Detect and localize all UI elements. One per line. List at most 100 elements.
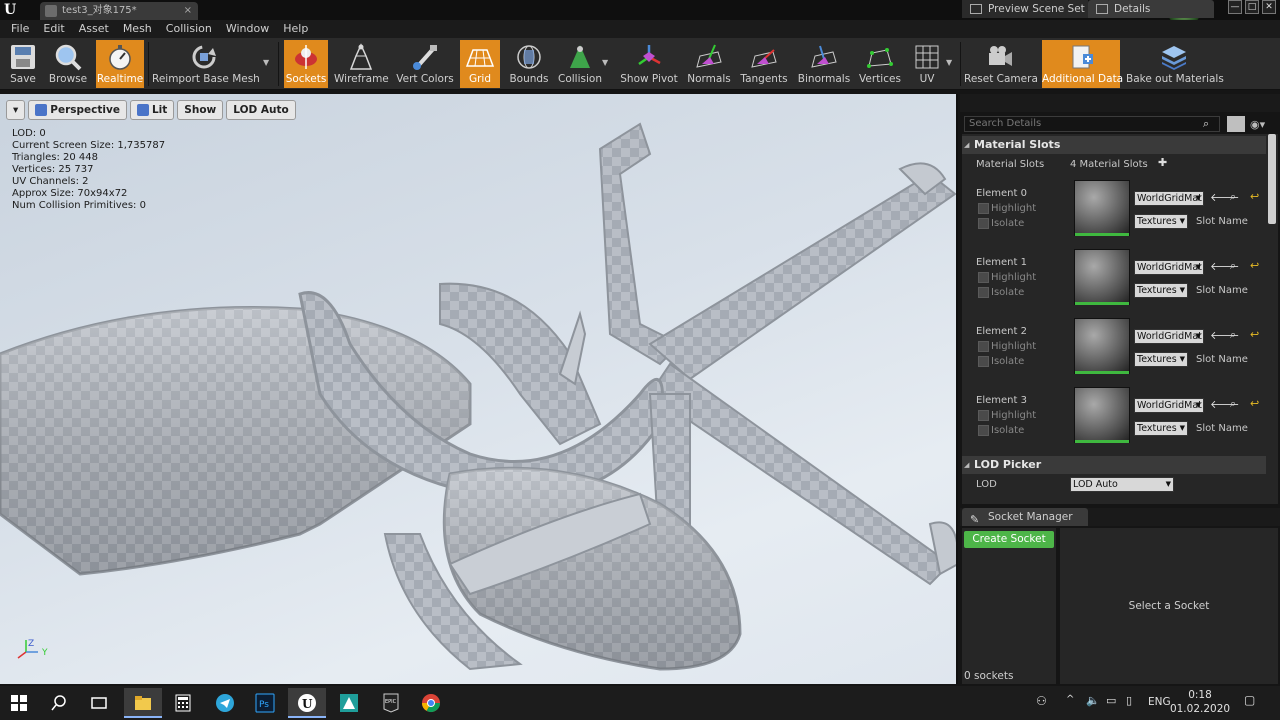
- menu-collision[interactable]: Collision: [159, 20, 219, 38]
- search-details-input[interactable]: Search Details: [964, 116, 1220, 132]
- unreal-logo-icon[interactable]: U: [4, 2, 22, 18]
- eye-icon[interactable]: ◉▾: [1250, 118, 1265, 131]
- menu-asset[interactable]: Asset: [72, 20, 116, 38]
- element-0-material-thumbnail[interactable]: [1074, 180, 1130, 236]
- minimize-button[interactable]: —: [1228, 0, 1242, 14]
- grid-button[interactable]: Grid: [460, 40, 500, 88]
- material-slots-header[interactable]: Material Slots: [962, 136, 1266, 154]
- tray-chevron-icon[interactable]: ^: [1066, 694, 1074, 705]
- sockets-button[interactable]: Sockets: [284, 40, 328, 88]
- vertices-button[interactable]: Vertices: [856, 40, 904, 88]
- element-1-textures-combo[interactable]: Textures: [1134, 283, 1188, 298]
- menu-mesh[interactable]: Mesh: [116, 20, 159, 38]
- menu-edit[interactable]: Edit: [36, 20, 71, 38]
- additional-data-button[interactable]: Additional Data: [1042, 40, 1123, 88]
- taskbar-chrome[interactable]: [412, 688, 450, 718]
- show-pivot-button[interactable]: Show Pivot: [618, 40, 680, 88]
- element-0-isolate-checkbox[interactable]: [978, 218, 989, 229]
- bake-out-materials-button[interactable]: Bake out Materials: [1126, 40, 1224, 88]
- taskbar-unreal-engine[interactable]: U: [288, 688, 326, 718]
- reset-camera-button[interactable]: Reset Camera: [964, 40, 1038, 88]
- element-1-material-combo[interactable]: WorldGridMat: [1134, 260, 1204, 275]
- taskbar-telegram[interactable]: [206, 688, 244, 718]
- element-0-reset-icon[interactable]: ↩: [1250, 190, 1259, 203]
- binormals-button[interactable]: Binormals: [796, 40, 852, 88]
- reimport-dropdown-icon[interactable]: ▼: [263, 58, 269, 67]
- tab-details[interactable]: Details: [1088, 0, 1214, 18]
- menu-file[interactable]: File: [4, 20, 36, 38]
- taskbar-file-explorer[interactable]: [124, 688, 162, 718]
- lod-picker-combo[interactable]: LOD Auto: [1070, 477, 1174, 492]
- add-material-slot-button[interactable]: ✚: [1158, 156, 1167, 169]
- document-tab[interactable]: test3_对象175* ×: [40, 2, 198, 20]
- details-scrollbar[interactable]: [1268, 134, 1276, 224]
- lit-button[interactable]: Lit: [129, 100, 175, 120]
- create-socket-button[interactable]: Create Socket: [964, 531, 1054, 548]
- element-3-textures-combo[interactable]: Textures: [1134, 421, 1188, 436]
- element-2-browse-icon[interactable]: ⌕: [1230, 328, 1236, 342]
- element-3-highlight-checkbox[interactable]: [978, 410, 989, 421]
- browse-button[interactable]: Browse: [46, 40, 90, 88]
- close-tab-icon[interactable]: ×: [184, 2, 192, 20]
- element-0-highlight-checkbox[interactable]: [978, 203, 989, 214]
- clock[interactable]: 0:18 01.02.2020: [1160, 688, 1240, 716]
- taskbar-epic-games[interactable]: EPIC: [372, 688, 410, 718]
- maximize-button[interactable]: □: [1245, 0, 1259, 14]
- taskbar-search-button[interactable]: [40, 688, 78, 718]
- taskbar-calculator[interactable]: [164, 688, 202, 718]
- element-2-material-combo[interactable]: WorldGridMat: [1134, 329, 1204, 344]
- element-3-material-combo[interactable]: WorldGridMat: [1134, 398, 1204, 413]
- action-center-icon[interactable]: ▢: [1244, 693, 1255, 707]
- property-matrix-icon[interactable]: [1227, 116, 1245, 132]
- task-view-button[interactable]: [80, 688, 118, 718]
- element-3-browse-icon[interactable]: ⌕: [1230, 397, 1236, 411]
- element-1-highlight-checkbox[interactable]: [978, 272, 989, 283]
- taskbar-photoshop[interactable]: Ps: [246, 688, 284, 718]
- element-1-isolate-checkbox[interactable]: [978, 287, 989, 298]
- element-3-material-thumbnail[interactable]: [1074, 387, 1130, 443]
- element-0-browse-icon[interactable]: ⌕: [1230, 190, 1236, 204]
- save-button[interactable]: Save: [4, 40, 42, 88]
- lod-picker-header[interactable]: LOD Picker: [962, 456, 1266, 474]
- viewport-options-dropdown[interactable]: ▾: [6, 100, 26, 120]
- element-2-textures-combo[interactable]: Textures: [1134, 352, 1188, 367]
- element-2-isolate-checkbox[interactable]: [978, 356, 989, 367]
- element-0-textures-combo[interactable]: Textures: [1134, 214, 1188, 229]
- show-button[interactable]: Show: [177, 100, 224, 120]
- normals-button[interactable]: Normals: [686, 40, 732, 88]
- close-window-button[interactable]: ✕: [1262, 0, 1276, 14]
- tab-socket-manager[interactable]: ✎ Socket Manager: [962, 508, 1088, 526]
- element-2-material-thumbnail[interactable]: [1074, 318, 1130, 374]
- element-3-reset-icon[interactable]: ↩: [1250, 397, 1259, 410]
- element-3-isolate-checkbox[interactable]: [978, 425, 989, 436]
- people-icon[interactable]: ⚇: [1036, 694, 1047, 708]
- tab-preview-scene-set[interactable]: Preview Scene Set: [962, 0, 1088, 18]
- perspective-button[interactable]: Perspective: [28, 100, 127, 120]
- uv-button[interactable]: UV: [908, 40, 946, 88]
- collision-button[interactable]: Collision: [556, 40, 604, 88]
- network-icon[interactable]: ▭: [1106, 694, 1116, 707]
- vert-colors-button[interactable]: Vert Colors: [394, 40, 456, 88]
- menu-window[interactable]: Window: [219, 20, 276, 38]
- battery-icon[interactable]: ▯: [1126, 694, 1132, 707]
- wireframe-button[interactable]: Wireframe: [334, 40, 389, 88]
- start-button[interactable]: [0, 688, 38, 718]
- mesh-viewport[interactable]: ▾ Perspective Lit Show LOD Auto LOD: 0 C…: [0, 94, 958, 684]
- menu-help[interactable]: Help: [276, 20, 315, 38]
- element-2-highlight-checkbox[interactable]: [978, 341, 989, 352]
- uv-dropdown-icon[interactable]: ▼: [946, 58, 952, 67]
- tangents-button[interactable]: Tangents: [738, 40, 790, 88]
- realtime-button[interactable]: Realtime: [96, 40, 144, 88]
- element-1-browse-icon[interactable]: ⌕: [1230, 259, 1236, 273]
- element-1-reset-icon[interactable]: ↩: [1250, 259, 1259, 272]
- element-0-material-combo[interactable]: WorldGridMat: [1134, 191, 1204, 206]
- search-icon[interactable]: ⌕: [1203, 117, 1217, 131]
- taskbar-app-3d[interactable]: [330, 688, 368, 718]
- lod-button[interactable]: LOD Auto: [226, 100, 296, 120]
- element-2-reset-icon[interactable]: ↩: [1250, 328, 1259, 341]
- element-1-material-thumbnail[interactable]: [1074, 249, 1130, 305]
- volume-icon[interactable]: 🔈: [1086, 694, 1100, 707]
- reimport-base-mesh-button[interactable]: Reimport Base Mesh: [152, 40, 260, 88]
- bounds-button[interactable]: Bounds: [506, 40, 552, 88]
- collision-dropdown-icon[interactable]: ▼: [602, 58, 608, 67]
